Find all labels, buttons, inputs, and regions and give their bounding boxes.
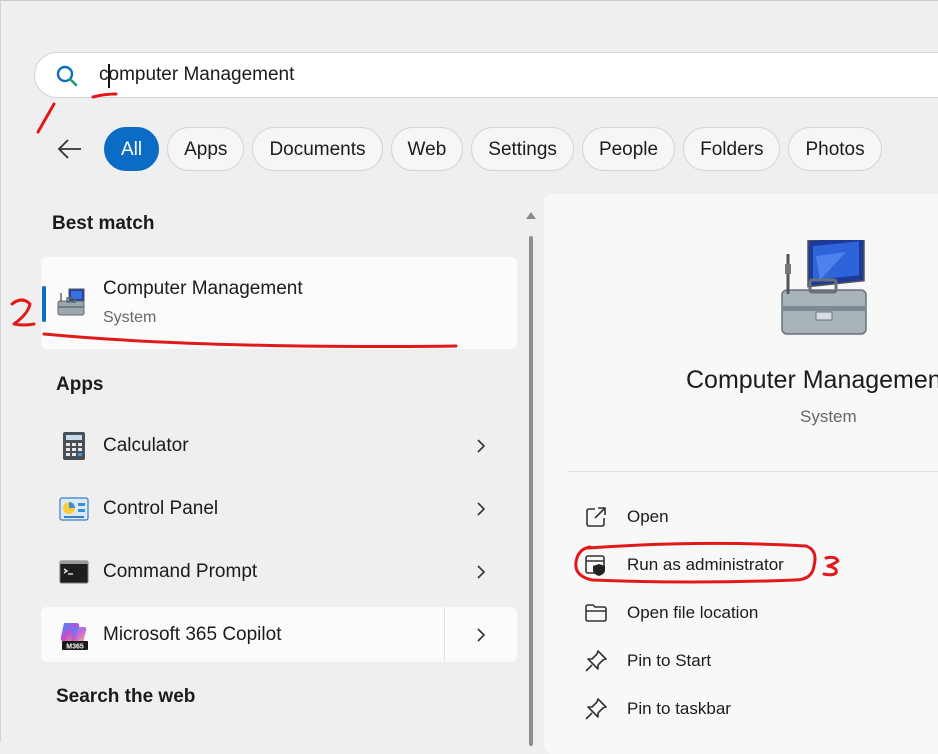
chevron-right-icon[interactable] bbox=[474, 437, 488, 455]
action-label: Open file location bbox=[627, 603, 759, 622]
apps-heading: Apps bbox=[56, 374, 104, 395]
best-match-title: Computer Management bbox=[103, 278, 303, 299]
scrollbar-thumb[interactable] bbox=[529, 236, 533, 746]
best-match-subtitle: System bbox=[103, 309, 157, 326]
back-arrow-icon[interactable] bbox=[55, 134, 85, 164]
window-top-border bbox=[0, 0, 938, 1]
pin-icon bbox=[585, 698, 607, 720]
tab-folders[interactable]: Folders bbox=[683, 127, 781, 171]
tab-photos[interactable]: Photos bbox=[788, 127, 882, 171]
annotation-step-1 bbox=[36, 102, 56, 134]
scroll-up-arrow-icon[interactable] bbox=[526, 212, 536, 219]
action-label: Pin to Start bbox=[627, 651, 712, 670]
selection-indicator bbox=[42, 286, 46, 322]
detail-divider bbox=[568, 471, 938, 472]
command-prompt-icon bbox=[59, 560, 89, 584]
text-caret bbox=[108, 64, 110, 88]
search-input[interactable] bbox=[99, 53, 919, 97]
search-web-heading: Search the web bbox=[56, 686, 196, 707]
folder-icon bbox=[585, 604, 607, 622]
tab-apps[interactable]: Apps bbox=[167, 127, 245, 171]
tab-people[interactable]: People bbox=[581, 127, 676, 171]
action-label: Open bbox=[627, 507, 669, 526]
app-item-label: Calculator bbox=[103, 435, 189, 456]
pin-icon bbox=[585, 650, 607, 672]
chevron-right-icon[interactable] bbox=[474, 626, 488, 644]
chevron-right-icon[interactable] bbox=[474, 500, 488, 518]
window-left-border bbox=[0, 0, 1, 742]
tab-web[interactable]: Web bbox=[390, 127, 464, 171]
computer-management-icon bbox=[781, 240, 867, 335]
computer-management-icon bbox=[57, 288, 85, 316]
best-match-heading: Best match bbox=[52, 213, 155, 234]
action-label: Pin to taskbar bbox=[627, 699, 731, 718]
tab-documents[interactable]: Documents bbox=[252, 127, 383, 171]
detail-subtitle: System bbox=[800, 407, 857, 426]
shield-icon bbox=[585, 555, 605, 576]
best-match-result[interactable] bbox=[41, 257, 517, 349]
annotation-step-2 bbox=[10, 298, 36, 327]
row-divider bbox=[444, 607, 445, 662]
svg-text:M365: M365 bbox=[66, 644, 84, 651]
open-external-icon bbox=[586, 507, 606, 527]
search-box[interactable] bbox=[34, 52, 938, 98]
filter-tabs: All Apps Documents Web Settings People F… bbox=[104, 127, 882, 173]
control-panel-icon bbox=[59, 497, 89, 521]
app-item-label: Microsoft 365 Copilot bbox=[103, 624, 282, 645]
search-icon bbox=[56, 65, 78, 87]
chevron-right-icon[interactable] bbox=[474, 563, 488, 581]
detail-title: Computer Management bbox=[686, 366, 938, 394]
calculator-icon bbox=[63, 432, 85, 460]
action-label: Run as administrator bbox=[627, 555, 784, 574]
tab-settings[interactable]: Settings bbox=[471, 127, 574, 171]
app-item-label: Command Prompt bbox=[103, 561, 258, 582]
m365-copilot-icon: M365 bbox=[60, 623, 88, 651]
app-item-label: Control Panel bbox=[103, 498, 219, 519]
tab-all[interactable]: All bbox=[104, 127, 160, 171]
